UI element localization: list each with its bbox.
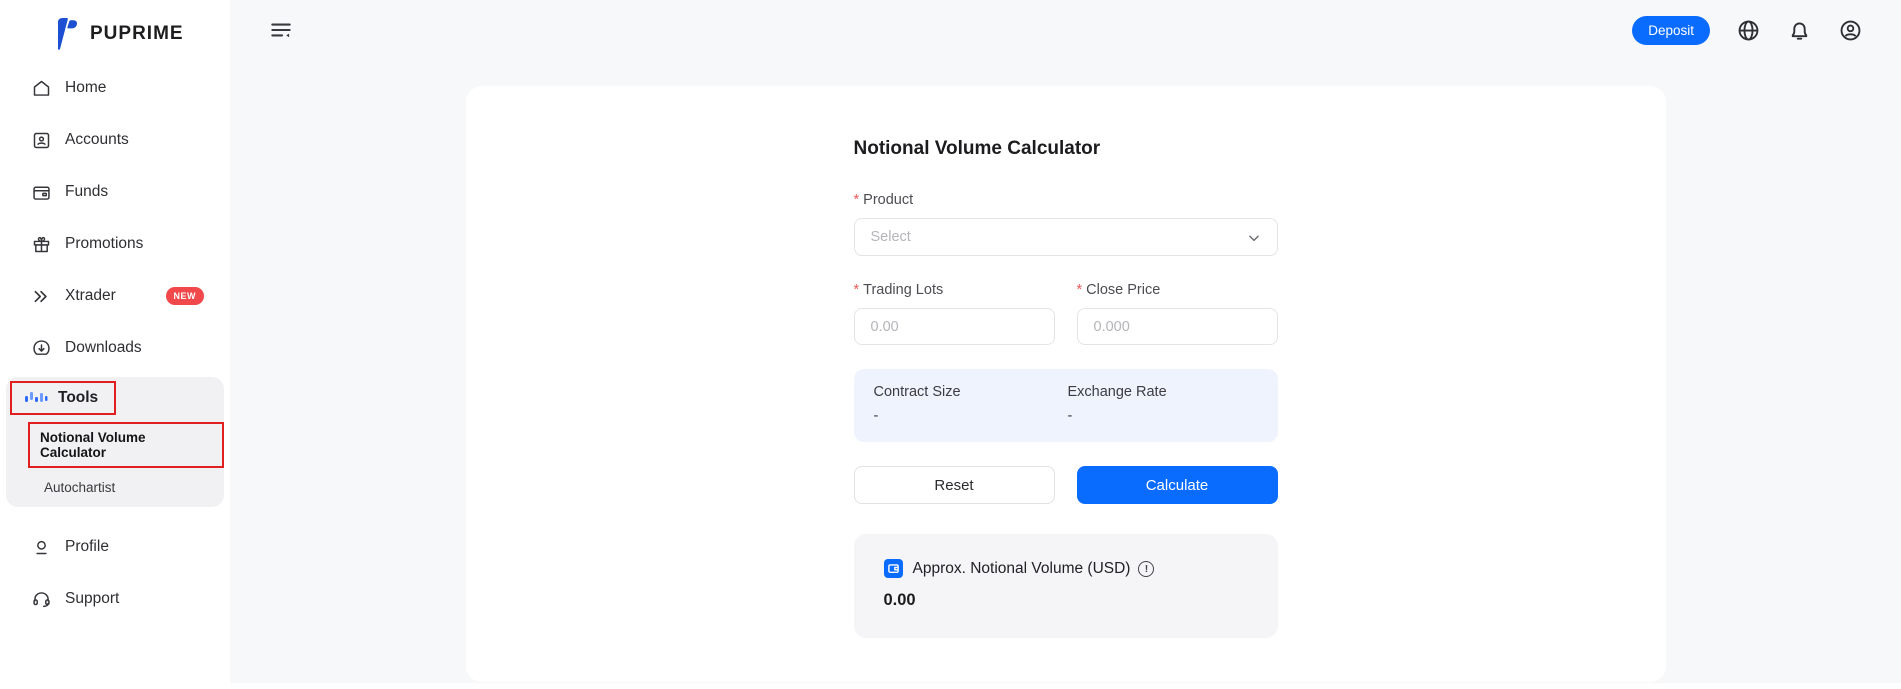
calculator-card: Notional Volume Calculator *Product Sele…	[466, 86, 1666, 682]
brand-name: PUPRIME	[90, 23, 184, 45]
sidebar-item-label: Promotions	[65, 235, 143, 253]
sidebar-item-funds[interactable]: Funds	[0, 166, 230, 218]
puprime-logo-icon	[46, 14, 86, 54]
sidebar-item-label: Home	[65, 79, 106, 97]
calculate-button[interactable]: Calculate	[1077, 466, 1278, 504]
xtrader-icon	[30, 285, 52, 307]
product-select[interactable]: Select	[854, 218, 1278, 256]
trading-lots-input[interactable]	[854, 308, 1055, 345]
trading-lots-label: *Trading Lots	[854, 282, 1055, 298]
sidebar-item-label: Accounts	[65, 131, 129, 149]
sidebar-item-label: Profile	[65, 538, 109, 556]
sidebar-item-label: Downloads	[65, 339, 142, 357]
sidebar-nav: Home Accounts Funds Promotions Xtrader	[0, 62, 230, 374]
sidebar-item-home[interactable]: Home	[0, 62, 230, 114]
sidebar-item-autochartist[interactable]: Autochartist	[44, 480, 224, 495]
sidebar-subitem-label: Autochartist	[44, 480, 115, 495]
close-price-input[interactable]	[1077, 308, 1278, 345]
sidebar-item-downloads[interactable]: Downloads	[0, 322, 230, 374]
chevron-down-icon	[1247, 231, 1261, 245]
sidebar-item-promotions[interactable]: Promotions	[0, 218, 230, 270]
sidebar-collapse-icon[interactable]	[268, 17, 294, 43]
downloads-icon	[30, 337, 52, 359]
bottom-strip	[230, 683, 1901, 689]
close-price-label: *Close Price	[1077, 282, 1278, 298]
reset-button[interactable]: Reset	[854, 466, 1055, 504]
tools-icon	[24, 390, 48, 406]
result-label: Approx. Notional Volume (USD)	[913, 560, 1131, 578]
sidebar-item-accounts[interactable]: Accounts	[0, 114, 230, 166]
exchange-rate-value: -	[1068, 408, 1073, 424]
topbar-actions: Deposit	[1632, 16, 1863, 45]
sidebar-nav-bottom: Profile Support	[0, 521, 230, 625]
language-globe-icon[interactable]	[1735, 17, 1761, 43]
sidebar-item-notional-volume-calculator[interactable]: Notional Volume Calculator	[28, 422, 224, 468]
result-box: Approx. Notional Volume (USD) ! 0.00	[854, 534, 1278, 638]
promotions-icon	[30, 233, 52, 255]
sidebar-item-label: Xtrader	[65, 287, 116, 305]
exchange-rate-label: Exchange Rate	[1068, 384, 1167, 400]
required-mark: *	[854, 192, 860, 208]
product-select-placeholder: Select	[871, 229, 911, 245]
notional-volume-icon	[884, 559, 903, 578]
notifications-bell-icon[interactable]	[1786, 17, 1812, 43]
support-icon	[30, 588, 52, 610]
accounts-icon	[30, 129, 52, 151]
new-badge: NEW	[166, 287, 205, 305]
info-icon[interactable]: !	[1138, 561, 1154, 577]
sidebar-item-xtrader[interactable]: Xtrader NEW	[0, 270, 230, 322]
required-mark: *	[1077, 282, 1083, 298]
sidebar-subitem-label: Notional Volume Calculator	[40, 430, 210, 460]
main-content: Notional Volume Calculator *Product Sele…	[230, 60, 1901, 689]
contract-info-panel: Contract Size - Exchange Rate -	[854, 369, 1278, 442]
sidebar-item-label: Funds	[65, 183, 108, 201]
sidebar: PUPRIME Home Accounts Funds Promotions	[0, 0, 230, 689]
result-value: 0.00	[884, 591, 1278, 610]
sidebar-item-tools[interactable]: Tools	[10, 381, 116, 415]
contract-size-value: -	[874, 408, 879, 424]
user-account-icon[interactable]	[1837, 17, 1863, 43]
sidebar-item-label: Support	[65, 590, 119, 608]
profile-icon	[30, 536, 52, 558]
sidebar-item-label: Tools	[58, 389, 98, 407]
contract-size-label: Contract Size	[874, 384, 961, 400]
topbar: Deposit	[230, 0, 1901, 60]
page-title: Notional Volume Calculator	[854, 138, 1278, 160]
deposit-button[interactable]: Deposit	[1632, 16, 1710, 45]
sidebar-item-profile[interactable]: Profile	[0, 521, 230, 573]
brand-logo[interactable]: PUPRIME	[0, 0, 230, 56]
home-icon	[30, 77, 52, 99]
product-label: *Product	[854, 192, 1278, 208]
sidebar-item-support[interactable]: Support	[0, 573, 230, 625]
required-mark: *	[854, 282, 860, 298]
funds-icon	[30, 181, 52, 203]
tools-group: Tools Notional Volume Calculator Autocha…	[6, 377, 224, 507]
